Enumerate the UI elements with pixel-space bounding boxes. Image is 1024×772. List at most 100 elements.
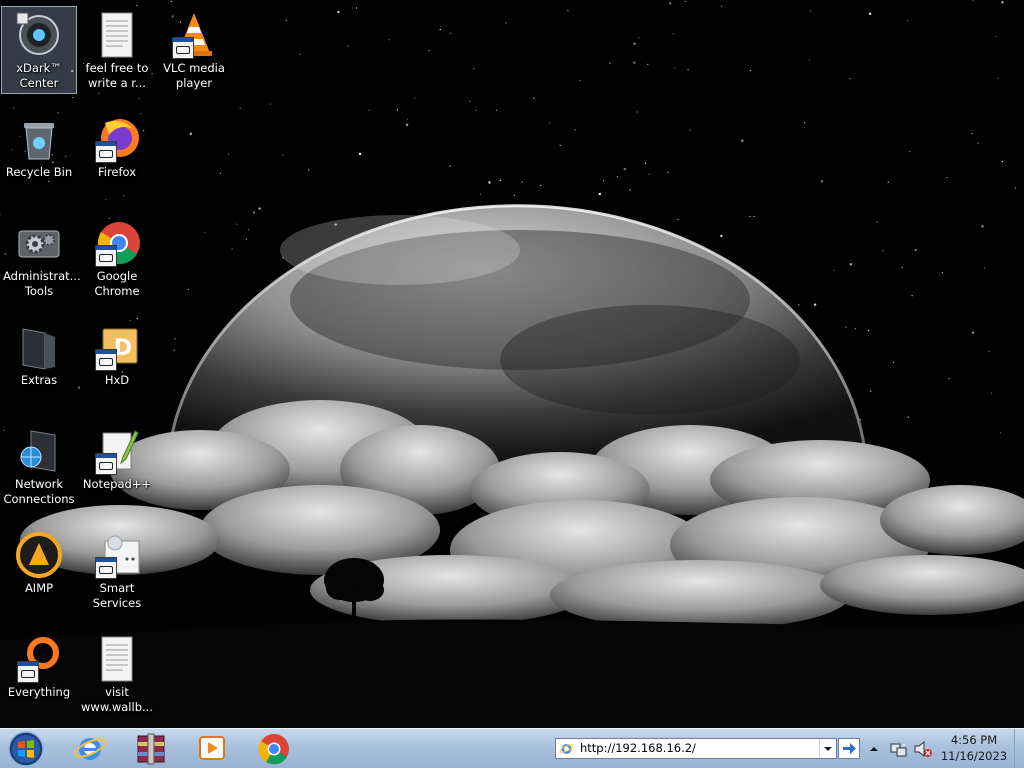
star [845, 326, 847, 328]
chrome-icon [93, 219, 141, 267]
aimp-icon [15, 531, 63, 579]
desktop-icon-notepad-plus-plus[interactable]: Notepad++ [79, 422, 155, 510]
desktop-icon-label: Everything [7, 685, 71, 699]
taskbar-internet-explorer-button[interactable] [61, 730, 119, 766]
star [189, 132, 192, 135]
desktop-icon-everything[interactable]: Everything [1, 630, 77, 718]
application-stub-icon [95, 557, 117, 579]
tray-network-button[interactable] [889, 739, 909, 759]
star [473, 68, 475, 70]
star [876, 221, 878, 223]
desktop-icon-administrative-tools[interactable]: Administrat... Tools [1, 214, 81, 302]
star [623, 167, 626, 171]
star [533, 97, 535, 99]
desktop-icon-label: Extras [20, 373, 58, 387]
star [972, 0, 974, 2]
desktop-icon-recycle-bin[interactable]: Recycle Bin [1, 110, 77, 198]
media-play-icon [199, 736, 225, 760]
recycle-bin-icon [15, 115, 63, 163]
text-document-icon [93, 11, 141, 59]
star [981, 225, 984, 228]
desktop-icon-smart-services[interactable]: Smart Services [79, 526, 155, 614]
go-button[interactable] [838, 738, 860, 759]
star [616, 176, 619, 178]
star [439, 29, 441, 31]
star [667, 171, 669, 173]
firefox-icon [93, 115, 141, 163]
start-button[interactable] [6, 730, 46, 768]
star [990, 392, 993, 394]
star [239, 107, 241, 109]
star [798, 304, 800, 306]
star [868, 12, 872, 15]
desktop-icon-visit-wallpaper[interactable]: visit www.wallb... [79, 630, 155, 718]
star [911, 295, 913, 297]
desktop-icon-vlc[interactable]: VLC media player [156, 6, 232, 94]
address-dropdown-button[interactable] [819, 739, 836, 758]
everything-search-icon [15, 635, 63, 683]
star [914, 248, 917, 252]
desktop-icon-network-connections[interactable]: Network Connections [1, 422, 77, 510]
star [574, 129, 576, 131]
star [236, 223, 238, 225]
desktop-icon-aimp[interactable]: AIMP [1, 526, 77, 614]
star [414, 97, 416, 99]
star [488, 181, 491, 184]
taskbar-chrome-button[interactable] [245, 730, 303, 766]
star [684, 0, 686, 2]
application-stub-icon [172, 37, 194, 59]
star [598, 192, 601, 196]
desktop-icon-extras[interactable]: Extras [1, 318, 77, 406]
star [892, 361, 895, 363]
star [138, 97, 140, 100]
star [999, 432, 1002, 434]
address-toolbar-input[interactable]: http://192.168.16.2/ [555, 738, 837, 759]
star [849, 263, 852, 266]
desktop-icon-label: xDark™ Center [16, 61, 62, 90]
star [882, 250, 884, 252]
desktop-icon-firefox[interactable]: Firefox [79, 110, 155, 198]
taskbar-clock[interactable]: 4:56 PM 11/16/2023 [930, 732, 1018, 764]
show-desktop-button[interactable] [1014, 729, 1024, 768]
star [252, 211, 256, 214]
xdark-center-icon [15, 11, 63, 59]
star [567, 10, 569, 12]
star [559, 144, 561, 146]
star [720, 5, 723, 7]
desktop-icon-label: HxD [104, 373, 130, 387]
desktop-icon-hxd[interactable]: D HxD [79, 318, 155, 406]
star [499, 179, 502, 181]
clock-time: 4:56 PM [950, 733, 998, 747]
taskbar: http://192.168.16.2/ 4:56 PM 11/16/2023 [0, 728, 1024, 768]
star [749, 215, 751, 218]
star [355, 7, 358, 9]
star [687, 68, 689, 71]
desktop-icon-label: AIMP [24, 581, 54, 595]
desktop-icon-label: Firefox [97, 165, 137, 179]
star [648, 173, 650, 175]
star [228, 153, 230, 155]
show-hidden-icons-button[interactable] [868, 741, 880, 755]
application-stub-icon [95, 349, 117, 371]
hxd-icon: D [93, 323, 141, 371]
star [258, 207, 261, 210]
desktop-icon-feel-free-text[interactable]: feel free to write a r... [79, 6, 155, 94]
star [946, 177, 948, 179]
address-text[interactable]: http://192.168.16.2/ [580, 741, 696, 755]
star [633, 42, 636, 45]
folder-icon [15, 323, 63, 371]
star [282, 154, 284, 156]
star [971, 133, 973, 135]
star [1014, 187, 1016, 189]
desktop-icon-google-chrome[interactable]: Google Chrome [79, 214, 155, 302]
desktop-icon-label: Notepad++ [82, 477, 152, 491]
star [231, 248, 233, 250]
star [645, 162, 647, 164]
taskbar-media-player-button[interactable] [183, 730, 241, 766]
desktop-icon-xdark-center[interactable]: xDark™ Center [1, 6, 77, 94]
star [677, 218, 679, 221]
star [849, 77, 851, 80]
desktop[interactable]: xDark™ Center feel free to write a r... [0, 0, 1024, 728]
star [672, 33, 674, 35]
taskbar-winrar-button[interactable] [122, 730, 180, 766]
